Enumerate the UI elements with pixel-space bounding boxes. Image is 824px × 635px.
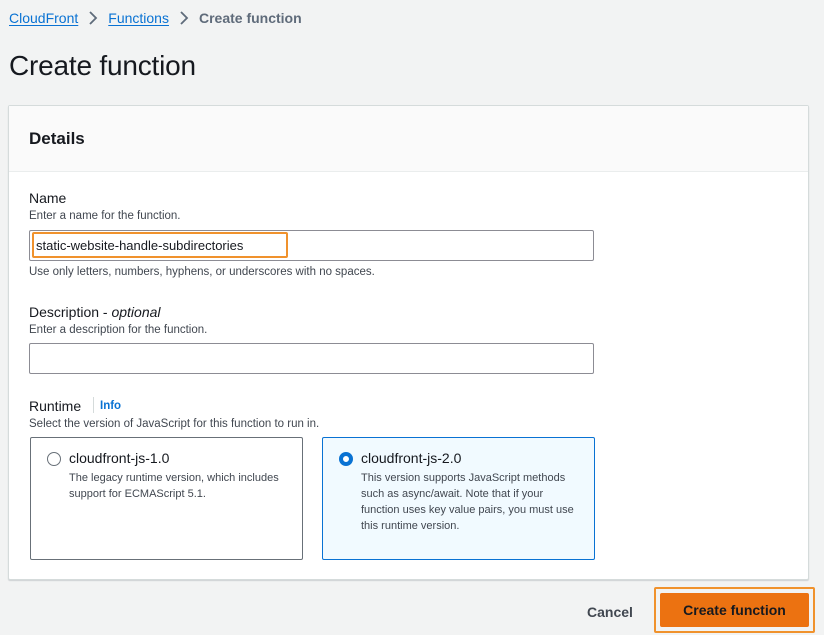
name-input[interactable]: [29, 230, 594, 261]
runtime-description: Select the version of JavaScript for thi…: [29, 418, 320, 430]
breadcrumb-functions[interactable]: Functions: [108, 10, 169, 26]
breadcrumb-cloudfront[interactable]: CloudFront: [9, 10, 78, 26]
runtime-option-label: cloudfront-js-1.0: [69, 450, 170, 466]
info-divider: [93, 397, 94, 413]
name-description: Enter a name for the function.: [29, 210, 181, 222]
cancel-button[interactable]: Cancel: [575, 596, 645, 628]
description-input[interactable]: [29, 343, 594, 374]
runtime-info-link[interactable]: Info: [100, 400, 121, 412]
runtime-option-label: cloudfront-js-2.0: [361, 450, 462, 466]
description-label: Description - optional: [29, 304, 161, 320]
radio-checked-icon[interactable]: [339, 452, 353, 466]
runtime-option-description: This version supports JavaScript methods…: [361, 472, 574, 532]
breadcrumb-current: Create function: [198, 10, 302, 26]
details-panel: Details Name Enter a name for the functi…: [8, 105, 809, 580]
runtime-option-js-1[interactable]: cloudfront-js-1.0 The legacy runtime ver…: [30, 437, 303, 560]
runtime-option-description: The legacy runtime version, which includ…: [69, 472, 279, 500]
panel-header: Details: [9, 106, 808, 172]
breadcrumb: CloudFront Functions Create function: [9, 8, 302, 28]
runtime-label: Runtime: [29, 398, 82, 414]
chevron-right-icon: [169, 8, 199, 28]
panel-title: Details: [29, 128, 85, 148]
create-function-button[interactable]: Create function: [660, 593, 809, 627]
name-constraint: Use only letters, numbers, hyphens, or u…: [29, 266, 375, 278]
chevron-right-icon: [78, 8, 108, 28]
description-label-text: Description -: [29, 304, 112, 320]
optional-text: optional: [111, 304, 161, 320]
name-label: Name: [29, 190, 67, 206]
create-button-highlight: Create function: [654, 587, 815, 633]
runtime-option-js-2[interactable]: cloudfront-js-2.0 This version supports …: [322, 437, 595, 560]
page-title: Create function: [9, 50, 196, 81]
description-help: Enter a description for the function.: [29, 324, 208, 336]
radio-unchecked-icon[interactable]: [47, 452, 61, 466]
